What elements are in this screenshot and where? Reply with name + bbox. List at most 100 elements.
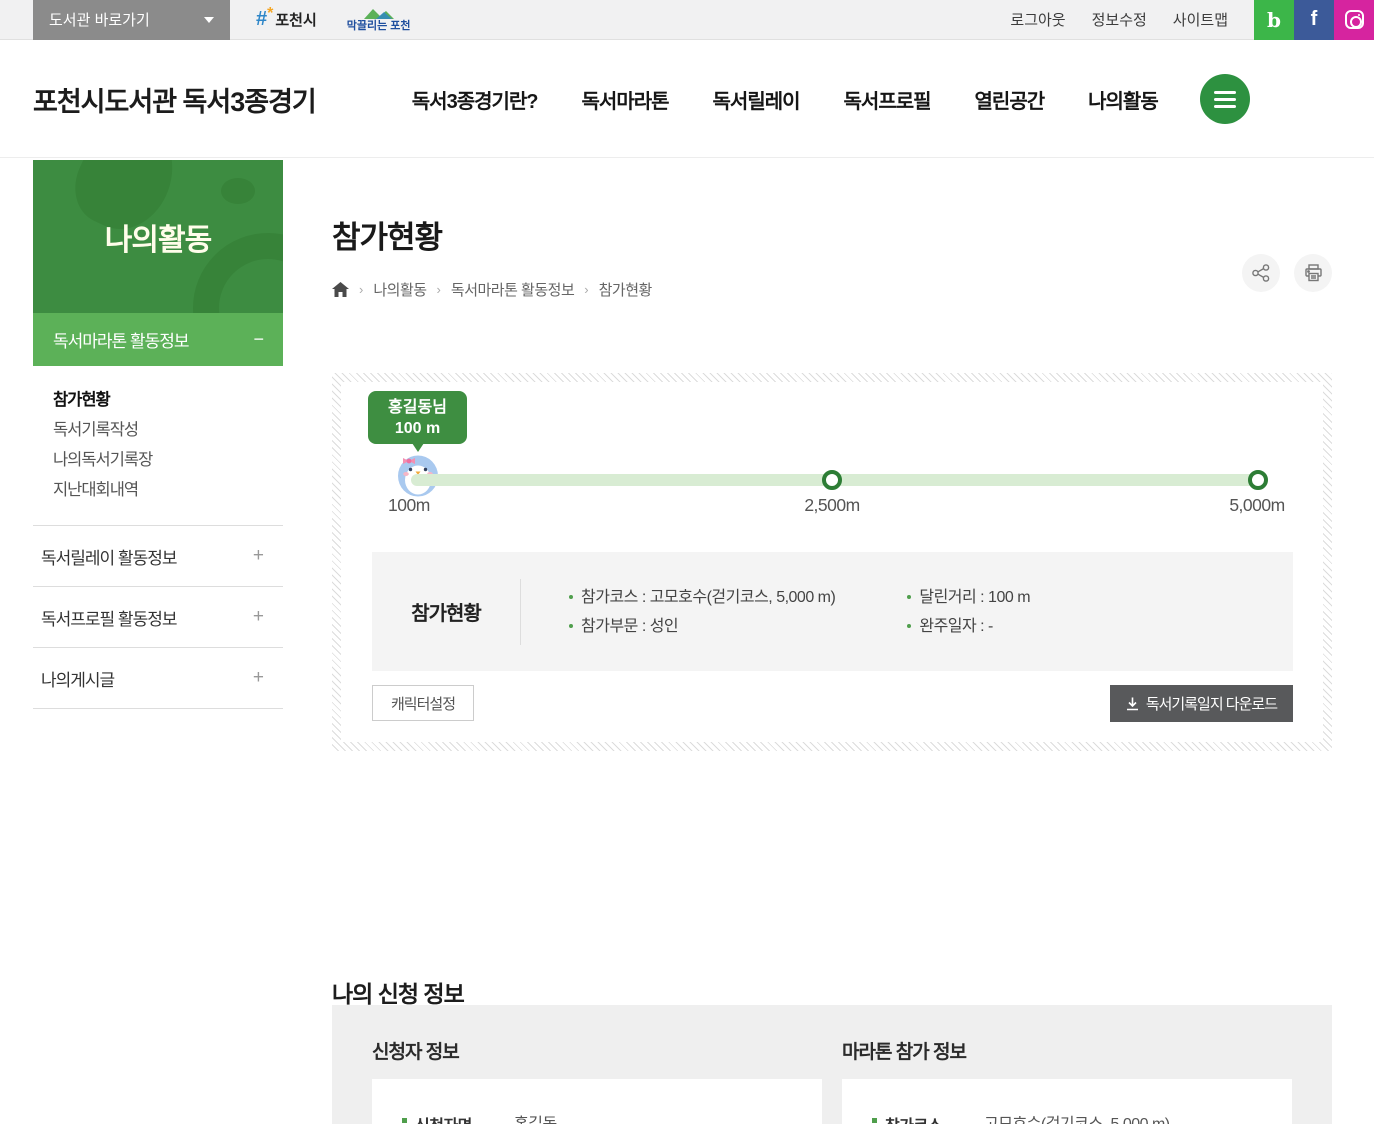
page-title: 참가현황 [332,212,1332,257]
participation-info-column: 마라톤 참가 정보 참가코스 고모호수(걷기코스, 5,000 m) 참가부문 … [842,1037,1292,1124]
sidebar-item-past-contests[interactable]: 지난대회내역 [53,475,263,505]
participation-info-card: 참가코스 고모호수(걷기코스, 5,000 m) 참가부문 성인 신청일자 20… [842,1079,1292,1124]
info-row: 참가코스 고모호수(걷기코스, 5,000 m) [872,1112,1262,1124]
row-value: 홍길동 [514,1112,557,1124]
camera-glyph [1345,10,1364,29]
sidebar-item-participation-status[interactable]: 참가현황 [53,385,263,415]
character-settings-button[interactable]: 캐릭터설정 [372,685,474,721]
breadcrumb-my-activity[interactable]: 나의활동 [373,279,426,300]
row-value: 고모호수(걷기코스, 5,000 m) [984,1112,1170,1124]
page: 도서관 바로가기 #* 포천시 막끌리는 포천 로그아웃 정보수정 사이트맵 b… [0,0,1374,1124]
status-details-col2: 달린거리 : 100 m 완주일자 : - [907,583,1030,641]
share-icon [1252,264,1270,282]
breadcrumb-participation-status[interactable]: 참가현황 [599,279,652,300]
instagram-icon[interactable] [1334,0,1374,40]
breadcrumb: › 나의활동 › 독서마라톤 활동정보 › 참가현황 [332,279,1332,300]
edit-info-link[interactable]: 정보수정 [1092,9,1147,30]
pocheon-city-logo[interactable]: #* 포천시 [256,8,317,31]
sidebar-section-marathon-info[interactable]: 독서마라톤 활동정보 − [33,313,283,366]
expand-icon: + [253,545,263,567]
sidebar-section-label: 독서릴레이 활동정보 [41,544,176,569]
milestone-label-2500m: 2,500m [804,495,859,516]
marathon-progress-inner: 홍길동님 100 m [341,382,1323,742]
hash-glyph: # [256,8,267,31]
milestone-5000m-marker [1248,470,1268,490]
runner-distance: 100 m [368,418,467,439]
sidebar-section-profile-info[interactable]: 독서프로필 활동정보 + [33,587,283,648]
status-panel-title: 참가현황 [372,597,520,626]
collapse-icon: − [253,329,263,350]
utility-links: 로그아웃 정보수정 사이트맵 [1010,9,1228,30]
sidebar: 나의활동 독서마라톤 활동정보 − 참가현황 독서기록작성 나의독서기록장 지난… [33,160,283,709]
main-content: 참가현황 › 나의활동 › 독서마라톤 활동정보 › 참가현황 [332,160,1332,1009]
vertical-divider [520,579,521,645]
nav-reading-profile[interactable]: 독서프로필 [844,85,931,114]
download-button-label: 독서기록일지 다운로드 [1146,693,1277,714]
library-shortcut-dropdown[interactable]: 도서관 바로가기 [33,0,230,40]
logout-link[interactable]: 로그아웃 [1010,9,1065,30]
main-header: 포천시도서관 독서3종경기 독서3종경기란? 독서마라톤 독서릴레이 독서프로필… [0,41,1374,158]
detail-finish-date: 완주일자 : - [907,612,1030,641]
chevron-down-icon [204,17,214,23]
decorative-blob [221,178,255,204]
sidebar-item-reading-record-write[interactable]: 독서기록작성 [53,415,263,445]
sidebar-section-label: 독서마라톤 활동정보 [53,327,188,352]
nav-reading-relay[interactable]: 독서릴레이 [713,85,800,114]
expand-icon: + [253,667,263,689]
nav-about[interactable]: 독서3종경기란? [412,85,538,114]
menu-button[interactable] [1200,74,1250,124]
slogan-text: 막끌리는 포천 [347,21,411,32]
detail-distance-run: 달린거리 : 100 m [907,583,1030,612]
sidebar-section-relay-info[interactable]: 독서릴레이 활동정보 + [33,526,283,587]
info-row: 신청자명 홍길동 [402,1112,792,1124]
participation-status-panel: 참가현황 참가코스 : 고모호수(걷기코스, 5,000 m) 참가부문 : 성… [372,552,1293,671]
breadcrumb-separator: › [584,282,588,297]
nav-open-space[interactable]: 열린공간 [975,85,1045,114]
home-icon[interactable] [332,282,349,298]
sidebar-section-my-posts[interactable]: 나의게시글 + [33,648,283,709]
applicant-info-card: 신청자명 홍길동 휴대전화 010-1234-5678 주소지 서울 송파구 삼… [372,1079,822,1124]
participation-info-title: 마라톤 참가 정보 [842,1037,1292,1064]
sidebar-header: 나의활동 [33,160,283,313]
breadcrumb-marathon-info[interactable]: 독서마라톤 활동정보 [451,279,574,300]
sidebar-title: 나의활동 [105,215,211,259]
row-label: 신청자명 [402,1112,514,1124]
sitemap-link[interactable]: 사이트맵 [1173,9,1228,30]
page-action-icons [1242,254,1332,292]
status-details-col1: 참가코스 : 고모호수(걷기코스, 5,000 m) 참가부문 : 성인 [569,583,835,641]
blog-icon[interactable]: b [1254,0,1294,40]
city-logo-text: 포천시 [275,9,316,30]
facebook-icon[interactable]: f [1294,0,1334,40]
row-label: 참가코스 [872,1112,984,1124]
share-button[interactable] [1242,254,1280,292]
application-panel: 신청자 정보 신청자명 홍길동 휴대전화 010-1234-5678 주소지 서… [332,1005,1332,1124]
mountain-icon [362,7,396,20]
runner-name: 홍길동님 [368,397,467,418]
download-icon [1126,697,1139,711]
expand-icon: + [253,606,263,628]
detail-course: 참가코스 : 고모호수(걷기코스, 5,000 m) [569,583,835,612]
sidebar-section-label: 나의게시글 [41,666,114,691]
site-title: 포천시도서관 독서3종경기 [33,80,316,119]
applicant-info-title: 신청자 정보 [372,1037,822,1064]
print-button[interactable] [1294,254,1332,292]
nav-my-activity[interactable]: 나의활동 [1088,85,1158,114]
detail-division: 참가부문 : 성인 [569,612,835,641]
reading-log-download-button[interactable]: 독서기록일지 다운로드 [1110,685,1293,722]
global-nav: 독서3종경기란? 독서마라톤 독서릴레이 독서프로필 열린공간 나의활동 [412,85,1158,114]
applicant-info-column: 신청자 정보 신청자명 홍길동 휴대전화 010-1234-5678 주소지 서… [372,1037,822,1124]
progress-actions: 캐릭터설정 독서기록일지 다운로드 [372,685,1293,722]
library-shortcut-label: 도서관 바로가기 [49,9,150,30]
milestone-2500m-marker [822,470,842,490]
nav-reading-marathon[interactable]: 독서마라톤 [582,85,669,114]
print-icon [1304,264,1323,282]
pocheon-slogan-logo[interactable]: 막끌리는 포천 [347,7,411,32]
milestone-label-5000m: 5,000m [1229,495,1284,516]
runner-tooltip: 홍길동님 100 m [368,391,467,444]
breadcrumb-separator: › [437,282,441,297]
marathon-progress-box: 홍길동님 100 m [332,373,1332,751]
hamburger-icon [1214,98,1236,101]
sidebar-item-my-reading-log[interactable]: 나의독서기록장 [53,445,263,475]
sidebar-section-label: 독서프로필 활동정보 [41,605,176,630]
breadcrumb-separator: › [359,282,363,297]
